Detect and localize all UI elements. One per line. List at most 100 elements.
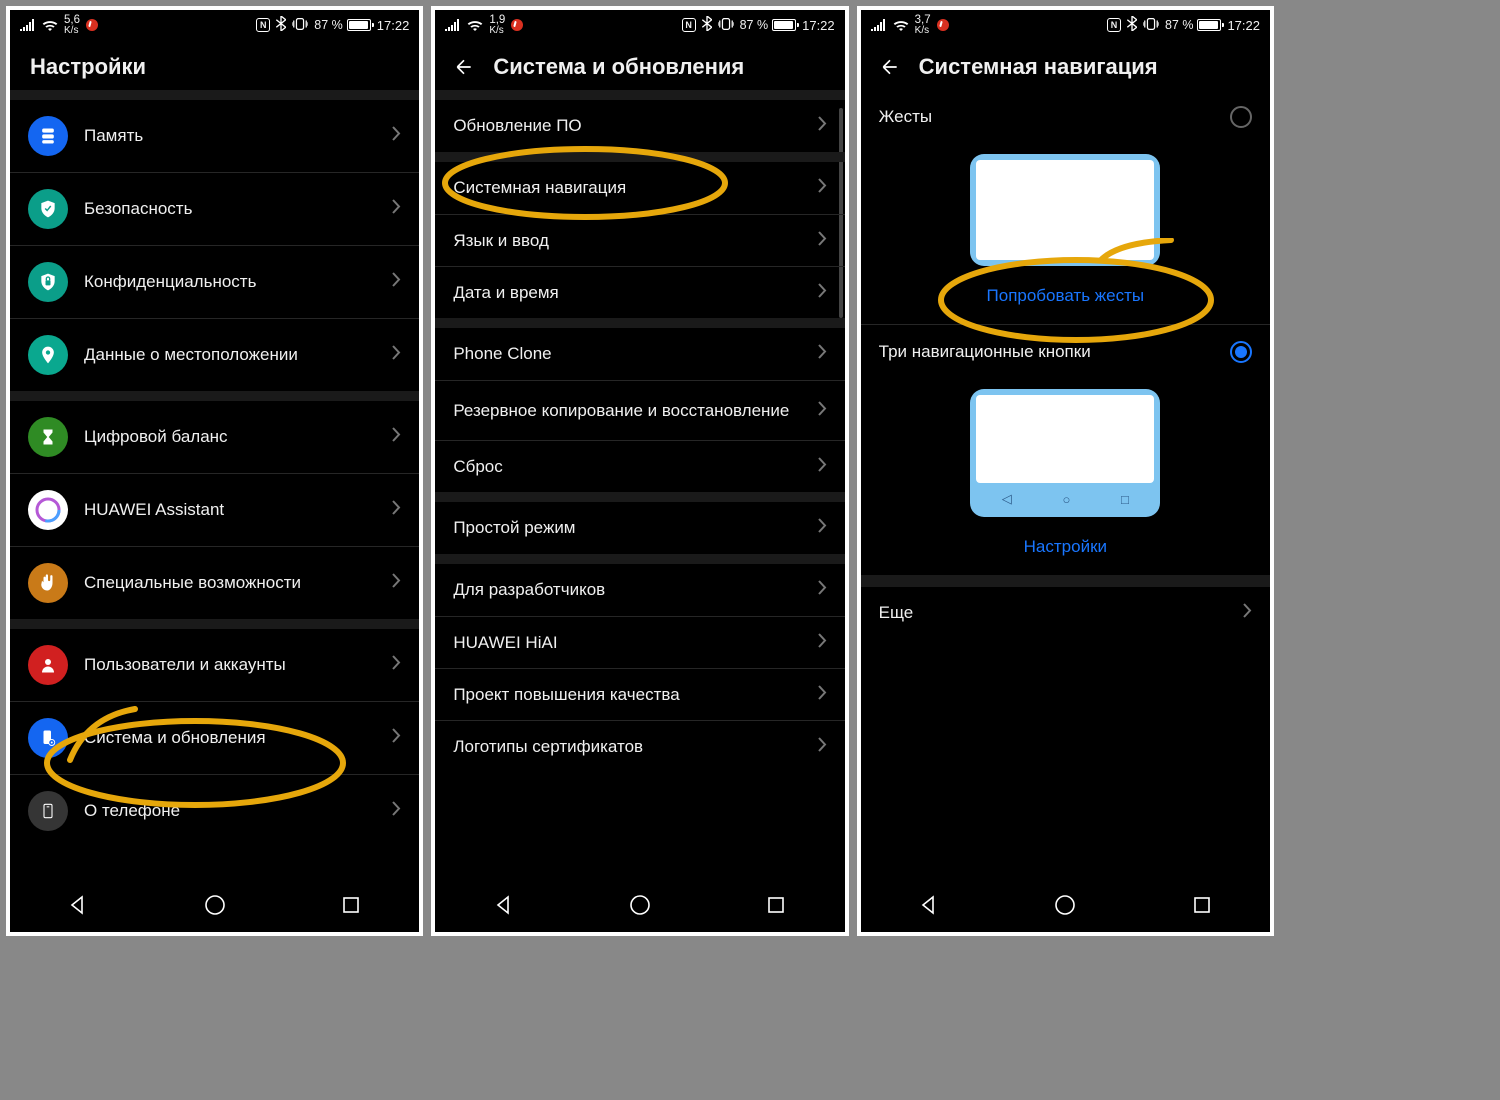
nav-home-button[interactable] [1052, 892, 1078, 918]
row-label: Логотипы сертификатов [453, 737, 801, 757]
row-label: Для разработчиков [453, 580, 801, 600]
nav-back-button[interactable] [491, 892, 517, 918]
nav-home-button[interactable] [627, 892, 653, 918]
option-gestures-row[interactable]: Жесты [861, 90, 1270, 144]
row-label: Безопасность [84, 199, 376, 219]
option-three-row[interactable]: Три навигационные кнопки [861, 325, 1270, 379]
row-backup-restore[interactable]: Резервное копирование и восстановление [435, 380, 844, 440]
status-bar: 1,9K/s N 87 % 17:22 [435, 10, 844, 40]
shield-check-icon [28, 189, 68, 229]
chevron-right-icon [818, 457, 827, 477]
nav-recents-button[interactable] [338, 892, 364, 918]
nav-recents-button[interactable] [1189, 892, 1215, 918]
row-label: О телефоне [84, 801, 376, 821]
page-title: Настройки [30, 54, 146, 80]
chevron-right-icon [392, 272, 401, 292]
row-software-update[interactable]: Обновление ПО [435, 100, 844, 152]
chevron-right-icon [818, 231, 827, 251]
option-three-buttons: Три навигационные кнопки ◁○□ Настройки [861, 324, 1270, 575]
shield-lock-icon [28, 262, 68, 302]
row-label: Обновление ПО [453, 116, 801, 136]
clock: 17:22 [377, 18, 410, 33]
row-quality-project[interactable]: Проект повышения качества [435, 668, 844, 720]
row-system-navigation[interactable]: Системная навигация [435, 162, 844, 214]
chevron-right-icon [818, 580, 827, 600]
back-button[interactable] [453, 56, 475, 78]
row-label: Цифровой баланс [84, 427, 376, 447]
row-huawei-assistant[interactable]: HUAWEI Assistant [10, 473, 419, 546]
section-gap [861, 575, 1270, 587]
option-label: Жесты [879, 107, 932, 127]
back-button[interactable] [879, 56, 901, 78]
three-button-preview: ◁○□ [861, 379, 1270, 521]
row-simple-mode[interactable]: Простой режим [435, 502, 844, 554]
row-cert-logos[interactable]: Логотипы сертификатов [435, 720, 844, 772]
nav-back-button[interactable] [916, 892, 942, 918]
nfc-icon: N [1107, 18, 1121, 32]
status-bar: 5,6K/s N 87 % 17:22 [10, 10, 419, 40]
row-label: Данные о местоположении [84, 345, 376, 365]
radio-three-buttons[interactable] [1230, 341, 1252, 363]
row-users-accounts[interactable]: Пользователи и аккаунты [10, 629, 419, 701]
header: Настройки [10, 40, 419, 90]
row-label: HUAWEI Assistant [84, 500, 376, 520]
net-speed: 3,7K/s [915, 15, 931, 35]
try-gestures-link[interactable]: Попробовать жесты [987, 286, 1145, 305]
vibrate-icon [718, 17, 734, 34]
clock: 17:22 [1227, 18, 1260, 33]
row-label: Конфиденциальность [84, 272, 376, 292]
row-label: Дата и время [453, 283, 801, 303]
row-phone-clone[interactable]: Phone Clone [435, 328, 844, 380]
chevron-right-icon [1243, 603, 1252, 623]
group-dev: Для разработчиков HUAWEI HiAI Проект пов… [435, 554, 844, 772]
option-gestures: Жесты Попробовать жесты [861, 90, 1270, 324]
chevron-right-icon [392, 801, 401, 821]
nav-recents-button[interactable] [763, 892, 789, 918]
vibrate-icon [292, 17, 308, 34]
row-security[interactable]: Безопасность [10, 172, 419, 245]
row-language-input[interactable]: Язык и ввод [435, 214, 844, 266]
chevron-right-icon [818, 283, 827, 303]
navbar [10, 878, 419, 932]
row-developer[interactable]: Для разработчиков [435, 564, 844, 616]
row-digital-balance[interactable]: Цифровой баланс [10, 401, 419, 473]
screenshot-settings: 5,6K/s N 87 % 17:22 Настройки Память [6, 6, 423, 936]
chevron-right-icon [392, 199, 401, 219]
user-icon [28, 645, 68, 685]
chevron-right-icon [818, 178, 827, 198]
row-privacy[interactable]: Конфиденциальность [10, 245, 419, 318]
navbar [861, 878, 1270, 932]
wifi-icon [893, 19, 909, 31]
row-date-time[interactable]: Дата и время [435, 266, 844, 318]
mock-back-icon: ◁ [1002, 491, 1012, 507]
row-storage[interactable]: Память [10, 100, 419, 172]
radio-gestures[interactable] [1230, 106, 1252, 128]
chevron-right-icon [392, 655, 401, 675]
row-label: Специальные возможности [84, 573, 376, 593]
battery-indicator: 87 % [1165, 18, 1222, 32]
group-system: Пользователи и аккаунты Система и обновл… [10, 619, 419, 847]
chevron-right-icon [818, 737, 827, 757]
mock-home-icon: ○ [1062, 492, 1070, 507]
option-label: Три навигационные кнопки [879, 342, 1091, 362]
row-accessibility[interactable]: Специальные возможности [10, 546, 419, 619]
group-backup: Phone Clone Резервное копирование и восс… [435, 318, 844, 492]
settings-link[interactable]: Настройки [1024, 537, 1107, 556]
navbar [435, 878, 844, 932]
row-label: Память [84, 126, 376, 146]
row-location[interactable]: Данные о местоположении [10, 318, 419, 391]
row-hiai[interactable]: HUAWEI HiAI [435, 616, 844, 668]
bluetooth-icon [1127, 16, 1137, 34]
nav-home-button[interactable] [202, 892, 228, 918]
nfc-icon: N [682, 18, 696, 32]
net-speed: 5,6K/s [64, 15, 80, 35]
row-reset[interactable]: Сброс [435, 440, 844, 492]
notif-dot-icon [937, 19, 949, 31]
row-more[interactable]: Еще [861, 587, 1270, 639]
chevron-right-icon [392, 126, 401, 146]
row-system-updates[interactable]: Система и обновления [10, 701, 419, 774]
battery-indicator: 87 % [314, 18, 371, 32]
chevron-right-icon [818, 518, 827, 538]
nav-back-button[interactable] [65, 892, 91, 918]
row-about-phone[interactable]: О телефоне [10, 774, 419, 847]
